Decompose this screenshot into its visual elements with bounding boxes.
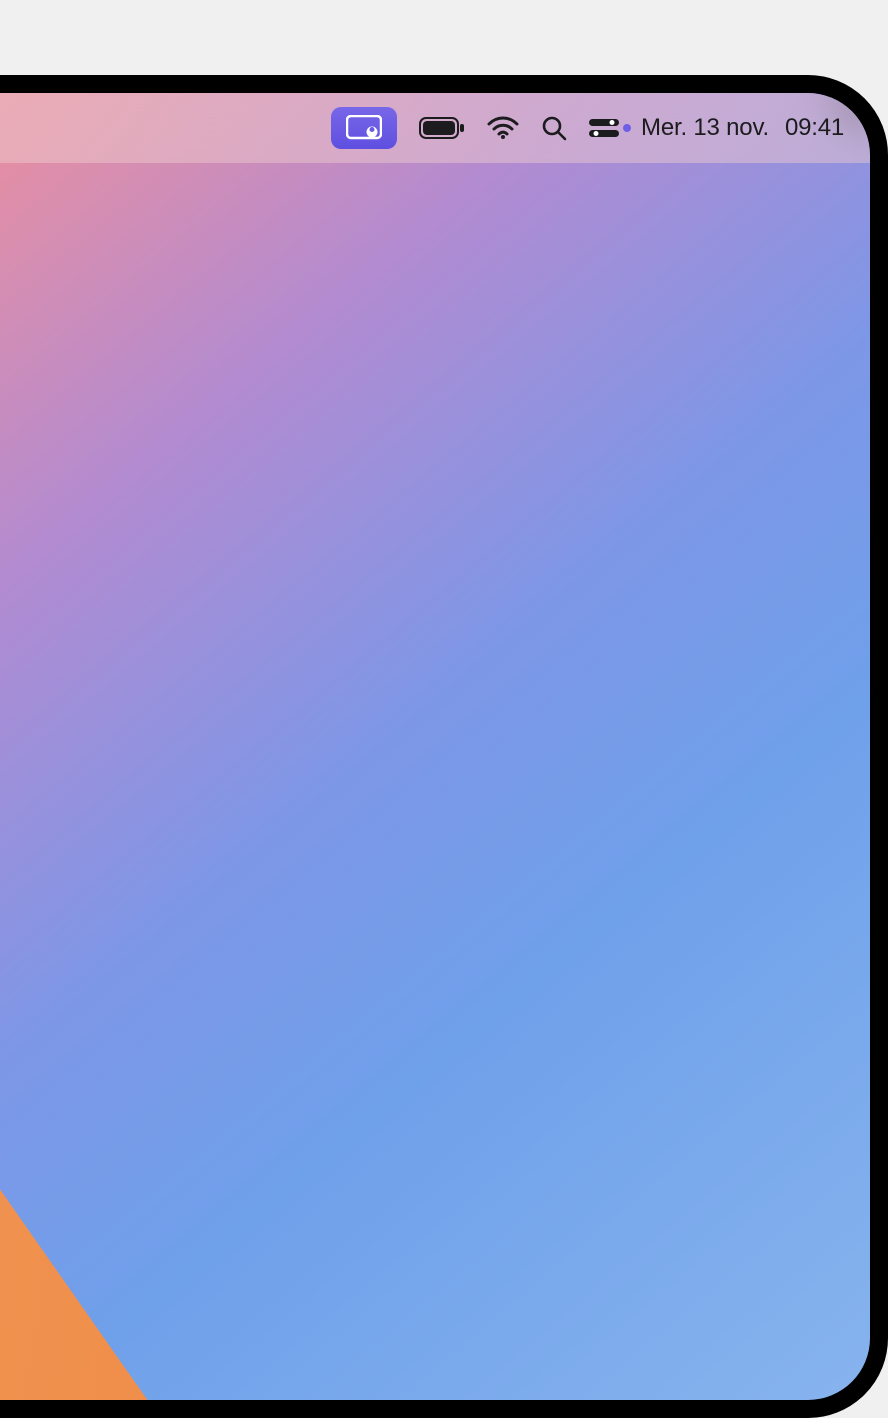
spotlight-search-icon[interactable] (541, 115, 567, 141)
menubar: Mer. 13 nov. 09:41 (0, 93, 870, 163)
wifi-icon[interactable] (487, 116, 519, 140)
control-center-icon[interactable] (589, 118, 619, 138)
menubar-date: Mer. 13 nov. (641, 114, 769, 142)
menubar-clock[interactable]: Mer. 13 nov. 09:41 (641, 114, 844, 142)
battery-icon[interactable] (419, 117, 465, 139)
menubar-time: 09:41 (785, 114, 844, 142)
menubar-screenshare-icon[interactable] (331, 107, 397, 149)
control-center-indicator-dot (623, 124, 631, 132)
